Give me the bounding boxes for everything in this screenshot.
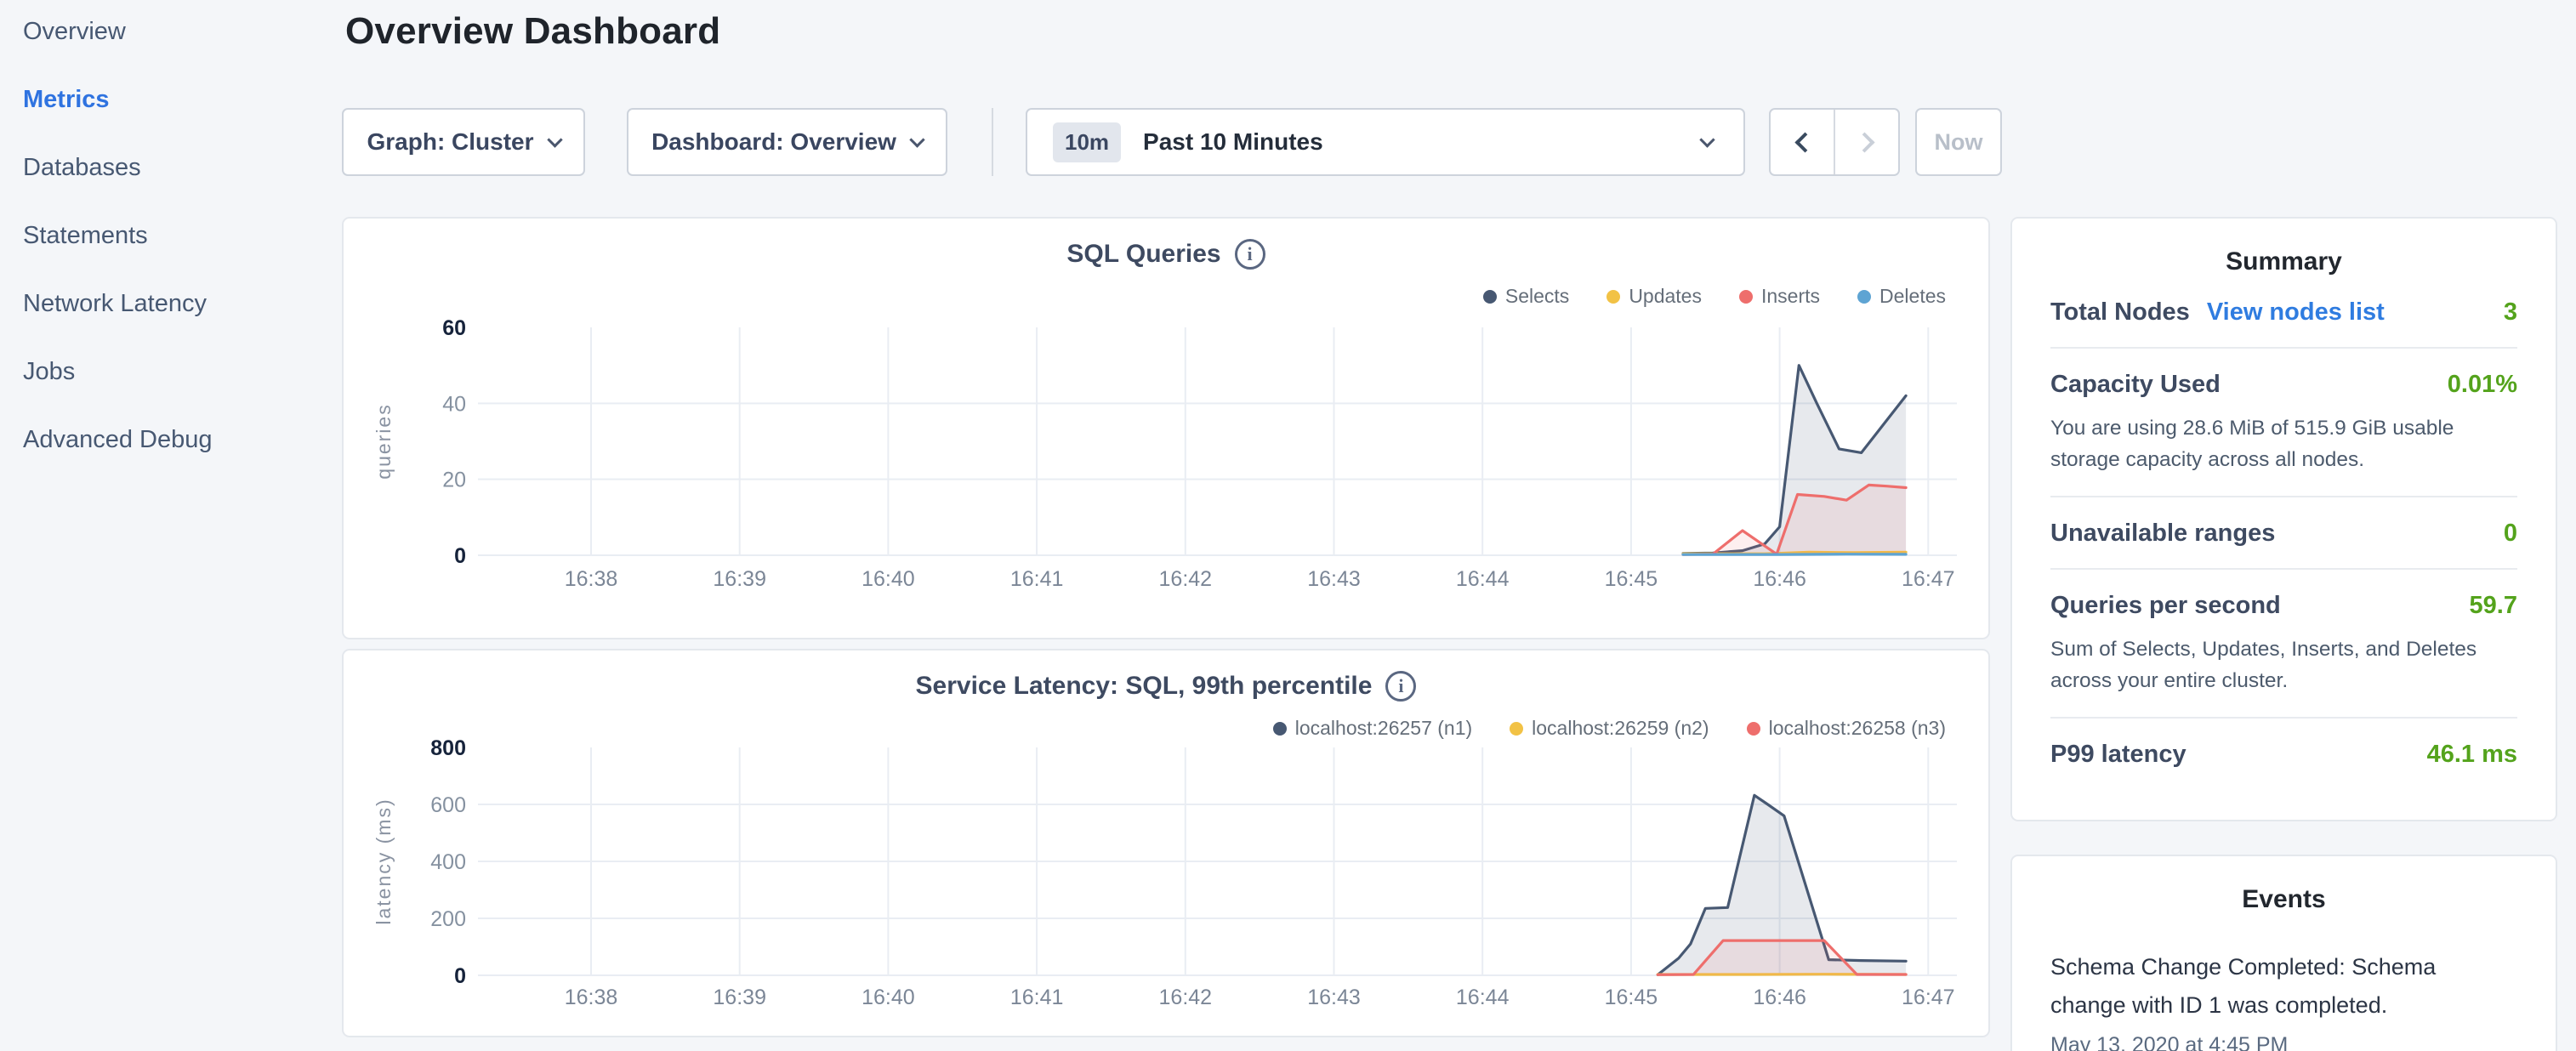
qps-value: 59.7 [2470, 592, 2517, 620]
svg-text:60: 60 [442, 316, 466, 340]
time-range-arrows [1769, 108, 1900, 176]
graph-dropdown-label: Graph: Cluster [367, 128, 533, 156]
next-range-button[interactable] [1834, 110, 1898, 174]
summary-row-unavailable: Unavailable ranges 0 [2050, 496, 2517, 568]
svg-text:600: 600 [430, 793, 466, 817]
svg-text:queries: queries [372, 403, 395, 479]
svg-text:16:45: 16:45 [1605, 986, 1658, 1009]
qps-desc: Sum of Selects, Updates, Inserts, and De… [2050, 633, 2516, 696]
svg-text:0: 0 [454, 544, 466, 568]
p99-latency-value: 46.1 ms [2427, 741, 2517, 769]
unavailable-ranges-value: 0 [2504, 520, 2517, 548]
chevron-left-icon [1794, 132, 1815, 152]
controls-divider [992, 108, 993, 176]
page-title: Overview Dashboard [345, 10, 720, 53]
service-latency-chart-plot[interactable]: 16:38 16:39 16:40 16:41 16:42 16:43 16:44 16:45… [344, 650, 1988, 1036]
unavailable-ranges-label: Unavailable ranges [2050, 520, 2275, 548]
svg-text:16:38: 16:38 [565, 567, 618, 591]
chevron-down-icon [1699, 132, 1714, 147]
svg-text:16:39: 16:39 [713, 567, 766, 591]
summary-panel: Summary Total Nodes View nodes list 3 Ca… [2010, 217, 2557, 821]
svg-text:16:40: 16:40 [862, 567, 915, 591]
svg-text:16:47: 16:47 [1902, 567, 1955, 591]
events-panel: Events Schema Change Completed: Schema c… [2010, 855, 2557, 1051]
summary-row-p99: P99 latency 46.1 ms [2050, 717, 2517, 789]
svg-text:800: 800 [430, 736, 466, 760]
svg-text:16:47: 16:47 [1902, 986, 1955, 1009]
svg-text:0: 0 [454, 964, 466, 988]
svg-text:16:46: 16:46 [1753, 986, 1806, 1009]
sidebar-item-jobs[interactable]: Jobs [23, 354, 329, 389]
event-item-timestamp: May 13, 2020 at 4:45 PM [2050, 1033, 2517, 1051]
svg-text:16:45: 16:45 [1605, 567, 1658, 591]
svg-text:16:43: 16:43 [1307, 567, 1361, 591]
db-console-metrics-page: { "colors": { "accent_blue": "#2f73e0", … [0, 0, 2576, 1051]
events-title: Events [2050, 885, 2517, 914]
summary-row-total-nodes: Total Nodes View nodes list 3 [2050, 276, 2517, 347]
p99-latency-label: P99 latency [2050, 741, 2186, 769]
svg-text:40: 40 [442, 392, 466, 416]
capacity-used-desc: You are using 28.6 MiB of 515.9 GiB usab… [2050, 412, 2516, 475]
time-range-label: Past 10 Minutes [1143, 128, 1686, 156]
svg-text:16:40: 16:40 [862, 986, 915, 1009]
time-range-badge: 10m [1053, 122, 1121, 162]
svg-text:16:44: 16:44 [1456, 567, 1510, 591]
prev-range-button[interactable] [1771, 110, 1834, 174]
svg-text:16:43: 16:43 [1307, 986, 1361, 1009]
svg-text:200: 200 [430, 907, 466, 931]
service-latency-chart-card: Service Latency: SQL, 99th percentilei l… [342, 649, 1990, 1037]
svg-text:16:46: 16:46 [1753, 567, 1806, 591]
sidebar-item-network-latency[interactable]: Network Latency [23, 286, 329, 321]
svg-text:16:41: 16:41 [1010, 986, 1064, 1009]
chevron-right-icon [1854, 132, 1874, 152]
time-range-dropdown[interactable]: 10m Past 10 Minutes [1026, 108, 1745, 176]
sidebar-item-overview[interactable]: Overview [23, 14, 329, 49]
sidebar-item-advanced-debug[interactable]: Advanced Debug [23, 422, 329, 457]
capacity-used-label: Capacity Used [2050, 371, 2221, 399]
summary-row-qps: Queries per second 59.7 Sum of Selects, … [2050, 568, 2517, 717]
summary-title: Summary [2050, 247, 2517, 276]
now-button[interactable]: Now [1915, 108, 2002, 176]
chevron-down-icon [909, 132, 924, 147]
svg-text:16:44: 16:44 [1456, 986, 1510, 1009]
event-item-text[interactable]: Schema Change Completed: Schema change w… [2050, 948, 2442, 1025]
sidebar-item-databases[interactable]: Databases [23, 150, 329, 185]
sql-queries-chart-card: SQL Queriesi Selects Updates Inserts Del… [342, 217, 1990, 639]
sql-queries-chart-plot[interactable]: 16:38 16:39 16:40 16:41 16:42 16:43 16:44 16:45… [344, 219, 1988, 638]
graph-dropdown[interactable]: Graph: Cluster [342, 108, 585, 176]
sidebar-item-metrics[interactable]: Metrics [23, 82, 329, 117]
chevron-down-icon [547, 132, 562, 147]
svg-text:16:39: 16:39 [713, 986, 766, 1009]
view-nodes-list-link[interactable]: View nodes list [2207, 298, 2385, 327]
total-nodes-value: 3 [2504, 298, 2517, 327]
svg-text:400: 400 [430, 850, 466, 874]
sidebar-item-statements[interactable]: Statements [23, 218, 329, 253]
svg-text:latency (ms): latency (ms) [372, 798, 395, 924]
qps-label: Queries per second [2050, 592, 2281, 620]
svg-text:16:42: 16:42 [1159, 986, 1213, 1009]
capacity-used-value: 0.01% [2448, 371, 2517, 399]
dashboard-dropdown[interactable]: Dashboard: Overview [627, 108, 947, 176]
total-nodes-label: Total Nodes [2050, 298, 2190, 327]
dashboard-dropdown-label: Dashboard: Overview [651, 128, 896, 156]
svg-text:20: 20 [442, 469, 466, 492]
svg-text:16:38: 16:38 [565, 986, 618, 1009]
summary-row-capacity: Capacity Used 0.01% You are using 28.6 M… [2050, 347, 2517, 496]
svg-text:16:41: 16:41 [1010, 567, 1064, 591]
sidebar-nav: Overview Metrics Databases Statements Ne… [23, 14, 329, 490]
svg-text:16:42: 16:42 [1159, 567, 1213, 591]
